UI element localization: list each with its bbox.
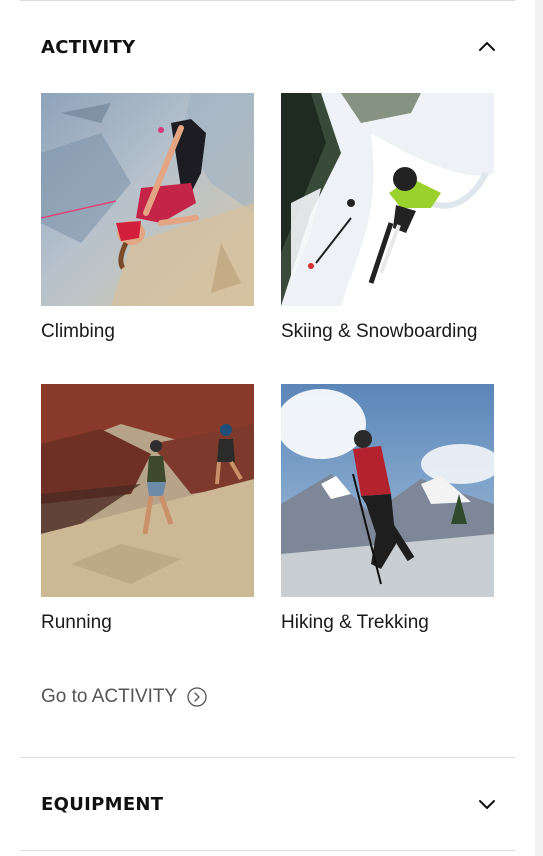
chevron-up-icon[interactable]	[477, 37, 497, 57]
equipment-section-header[interactable]: EQUIPMENT	[20, 758, 515, 850]
scrollbar[interactable]	[535, 0, 543, 856]
activity-section-title: ACTIVITY	[41, 36, 136, 58]
chevron-down-icon[interactable]	[477, 794, 497, 814]
activity-tile-label: Hiking & Trekking	[281, 612, 429, 633]
climbing-image	[41, 93, 254, 306]
skiing-image	[281, 93, 494, 306]
running-image	[41, 384, 254, 597]
circle-arrow-right-icon	[187, 687, 207, 707]
activity-tile-label: Climbing	[41, 321, 115, 342]
equipment-section-title: EQUIPMENT	[41, 793, 164, 815]
activity-tile-skiing[interactable]: Skiing & Snowboarding	[281, 93, 494, 343]
goto-activity-link[interactable]: Go to ACTIVITY	[41, 686, 207, 708]
activity-tile-label: Skiing & Snowboarding	[281, 321, 478, 342]
activity-tile-running[interactable]: Running	[41, 384, 254, 634]
goto-activity-label: Go to ACTIVITY	[41, 686, 178, 707]
activity-tile-label: Running	[41, 612, 112, 633]
hiking-image	[281, 384, 494, 597]
activity-tile-climbing[interactable]: Climbing	[41, 93, 254, 343]
activity-section-header[interactable]: ACTIVITY	[20, 1, 515, 93]
activity-tile-hiking[interactable]: Hiking & Trekking	[281, 384, 494, 634]
bottom-divider	[20, 850, 515, 851]
